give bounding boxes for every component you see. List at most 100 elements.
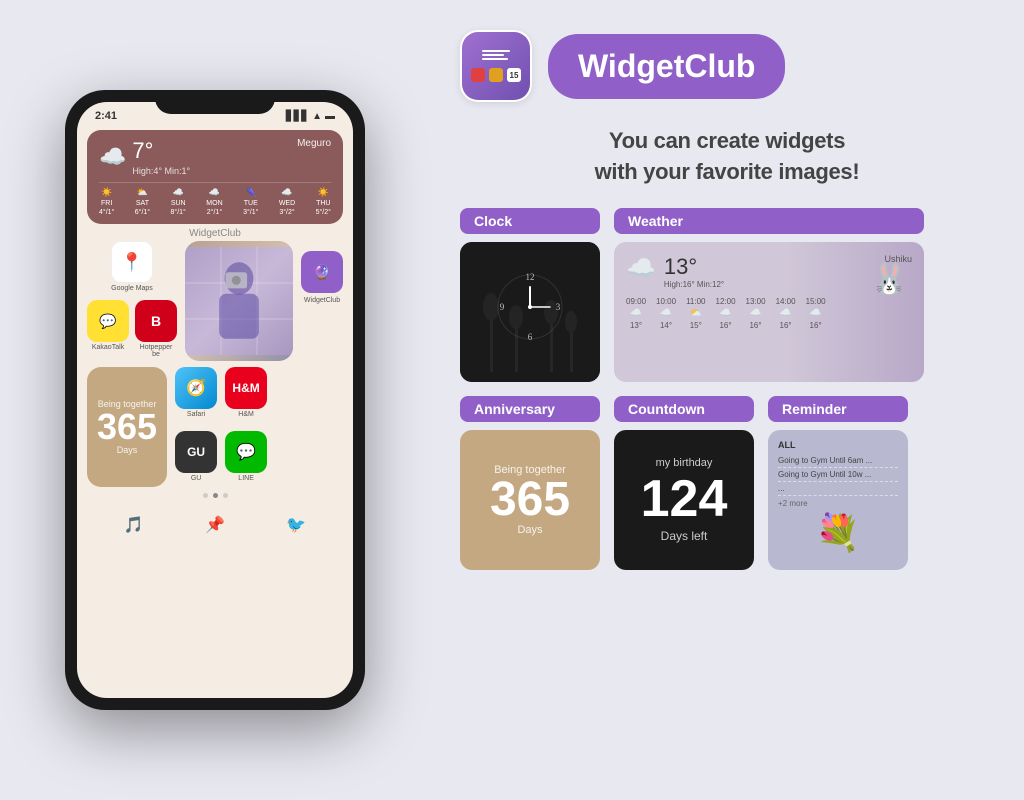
phone-weather-widget: ☁️ 7° High:4° Min:1° Meguro ☀️FRI4°/1° ⛅… xyxy=(87,130,343,224)
line-icon: 💬 xyxy=(225,431,267,473)
tagline: You can create widgets with your favorit… xyxy=(460,126,994,188)
signal-icon: ▋▋▋ xyxy=(286,111,309,122)
battery-icon: ▬ xyxy=(325,111,335,122)
icon-line-1 xyxy=(482,50,510,52)
phone-frame: 2:41 ▋▋▋ ▲ ▬ ☁️ 7° High:4° Min:1° xyxy=(65,90,365,710)
dot-red xyxy=(471,68,485,82)
anniversary-label[interactable]: Anniversary xyxy=(460,396,600,422)
status-icons: ▋▋▋ ▲ ▬ xyxy=(286,111,335,122)
app-header: 15 WidgetClub xyxy=(460,30,994,102)
tagline-text: You can create widgets with your favorit… xyxy=(460,126,994,188)
gmaps-label: Google Maps xyxy=(111,285,153,292)
app-name-text: WidgetClub xyxy=(578,48,755,85)
phone-row-1: 📍 Google Maps 💬 KakaoTalk B Hotpepper xyxy=(77,241,353,367)
phone-widgetclub-label: WidgetClub xyxy=(77,228,353,239)
widgetclub-phone-label: WidgetClub xyxy=(304,297,340,304)
countdown-label[interactable]: Countdown xyxy=(614,396,754,422)
dot-1 xyxy=(203,493,208,498)
weather-times: 09:00☁️13° 10:00☁️14° 11:00⛅15° 12:00☁️1… xyxy=(626,297,912,330)
cp-title: my birthday xyxy=(656,457,713,469)
weather-top: ☁️ 7° High:4° Min:1° Meguro xyxy=(99,138,331,176)
wifi-icon: ▲ xyxy=(312,111,322,122)
icon-line-3 xyxy=(482,58,508,60)
clock-preview: 12 3 6 9 xyxy=(460,242,600,382)
app-icon-lines xyxy=(482,50,510,60)
line-label: LINE xyxy=(238,475,254,482)
status-time: 2:41 xyxy=(95,110,117,122)
kakao-icon: 💬 xyxy=(87,300,129,342)
app-safari[interactable]: 🧭 Safari xyxy=(175,367,217,423)
gmaps-icon: 📍 xyxy=(111,241,153,283)
gu-label: GU xyxy=(191,475,202,482)
icon-line-2 xyxy=(482,54,504,56)
category-row-2: Anniversary Being together 365 Days Coun… xyxy=(460,396,994,570)
phone-weather-highlow: High:4° Min:1° xyxy=(132,166,190,176)
page-dots xyxy=(77,493,353,498)
phone-weather-location: Meguro xyxy=(297,138,331,149)
app-item-gmaps[interactable]: 📍 Google Maps xyxy=(111,241,153,292)
phone-screen: 2:41 ▋▋▋ ▲ ▬ ☁️ 7° High:4° Min:1° xyxy=(77,102,353,698)
rp-flower-icon: 💐 xyxy=(778,512,898,554)
weather-label[interactable]: Weather xyxy=(614,208,924,234)
cp-number: 124 xyxy=(641,473,728,525)
phone-small-apps: 🧭 Safari H&M H&M GU GU 💬 LINE xyxy=(175,367,267,487)
app-gu[interactable]: GU GU xyxy=(175,431,217,487)
bottom-icon-3: 🐦 xyxy=(279,508,313,542)
dot-15: 15 xyxy=(507,68,521,82)
rp-item-2: Going to Gym Until 10w ... xyxy=(778,468,898,482)
rp-item-1: Going to Gym Until 6am ... xyxy=(778,454,898,468)
clock-label[interactable]: Clock xyxy=(460,208,600,234)
phone-photo-widget xyxy=(185,241,293,361)
phone-anniversary-widget: Being together 365 Days xyxy=(87,367,167,487)
countdown-preview: my birthday 124 Days left xyxy=(614,430,754,570)
app-item-kakao[interactable]: 💬 KakaoTalk xyxy=(87,300,129,358)
app-name-badge: WidgetClub xyxy=(548,34,785,99)
clock-category: Clock xyxy=(460,208,600,382)
app-item-hotpepper[interactable]: B Hotpepper be xyxy=(135,300,177,358)
bottom-icon-1: 🎵 xyxy=(117,508,151,542)
weather-preview-cloud: ☁️ xyxy=(626,254,656,283)
svg-text:3: 3 xyxy=(556,302,561,312)
weather-temp-section: ☁️ 7° High:4° Min:1° xyxy=(99,138,190,176)
weather-category: Weather ☁️ 13° High:16° Min:12° xyxy=(614,208,924,382)
reminder-label[interactable]: Reminder xyxy=(768,396,908,422)
app-line[interactable]: 💬 LINE xyxy=(225,431,267,487)
weather-preview-temp: 13° xyxy=(664,254,697,280)
bottom-icon-2: 📌 xyxy=(198,508,232,542)
gu-icon: GU xyxy=(175,431,217,473)
kakao-label: KakaoTalk xyxy=(92,344,124,351)
safari-icon: 🧭 xyxy=(175,367,217,409)
reminder-preview: ALL Going to Gym Until 6am ... Going to … xyxy=(768,430,908,570)
svg-text:9: 9 xyxy=(500,302,505,312)
rp-all: ALL xyxy=(778,440,898,450)
rp-more: +2 more xyxy=(778,499,898,508)
widgetclub-app-item[interactable]: 🔮 WidgetClub xyxy=(301,241,343,361)
app-hm[interactable]: H&M H&M xyxy=(225,367,267,423)
anniversary-preview: Being together 365 Days xyxy=(460,430,600,570)
app-icon-container: 15 xyxy=(460,30,532,102)
widget-categories: Clock xyxy=(460,208,994,570)
ap-days: Days xyxy=(517,524,542,536)
rp-item-3: ... xyxy=(778,482,898,496)
dot-orange xyxy=(489,68,503,82)
hm-icon: H&M xyxy=(225,367,267,409)
reminder-category: Reminder ALL Going to Gym Until 6am ... … xyxy=(768,396,908,570)
countdown-category: Countdown my birthday 124 Days left xyxy=(614,396,754,570)
right-panel: 15 WidgetClub You can create widgets wit… xyxy=(430,0,1024,800)
dot-2 xyxy=(213,493,218,498)
anni-days: Days xyxy=(117,445,138,455)
widgetclub-phone-icon: 🔮 xyxy=(301,251,343,293)
category-row-1: Clock xyxy=(460,208,994,382)
left-panel: 2:41 ▋▋▋ ▲ ▬ ☁️ 7° High:4° Min:1° xyxy=(0,0,430,800)
weather-preview-location: Ushiku xyxy=(884,254,912,264)
clock-svg: 12 3 6 9 xyxy=(460,242,600,382)
cloud-icon: ☁️ xyxy=(99,144,126,170)
phone-weather-temp: 7° xyxy=(132,138,190,164)
hotpepper-label: Hotpepper be xyxy=(135,344,177,358)
anniversary-category: Anniversary Being together 365 Days xyxy=(460,396,600,570)
phone-row-3: Being together 365 Days 🧭 Safari H&M H&M xyxy=(77,367,353,487)
weather-preview: ☁️ 13° High:16° Min:12° Ushiku 🐰 xyxy=(614,242,924,382)
hotpepper-icon: B xyxy=(135,300,177,342)
svg-text:12: 12 xyxy=(526,272,535,282)
app-row-2: 💬 KakaoTalk B Hotpepper be xyxy=(87,300,177,358)
